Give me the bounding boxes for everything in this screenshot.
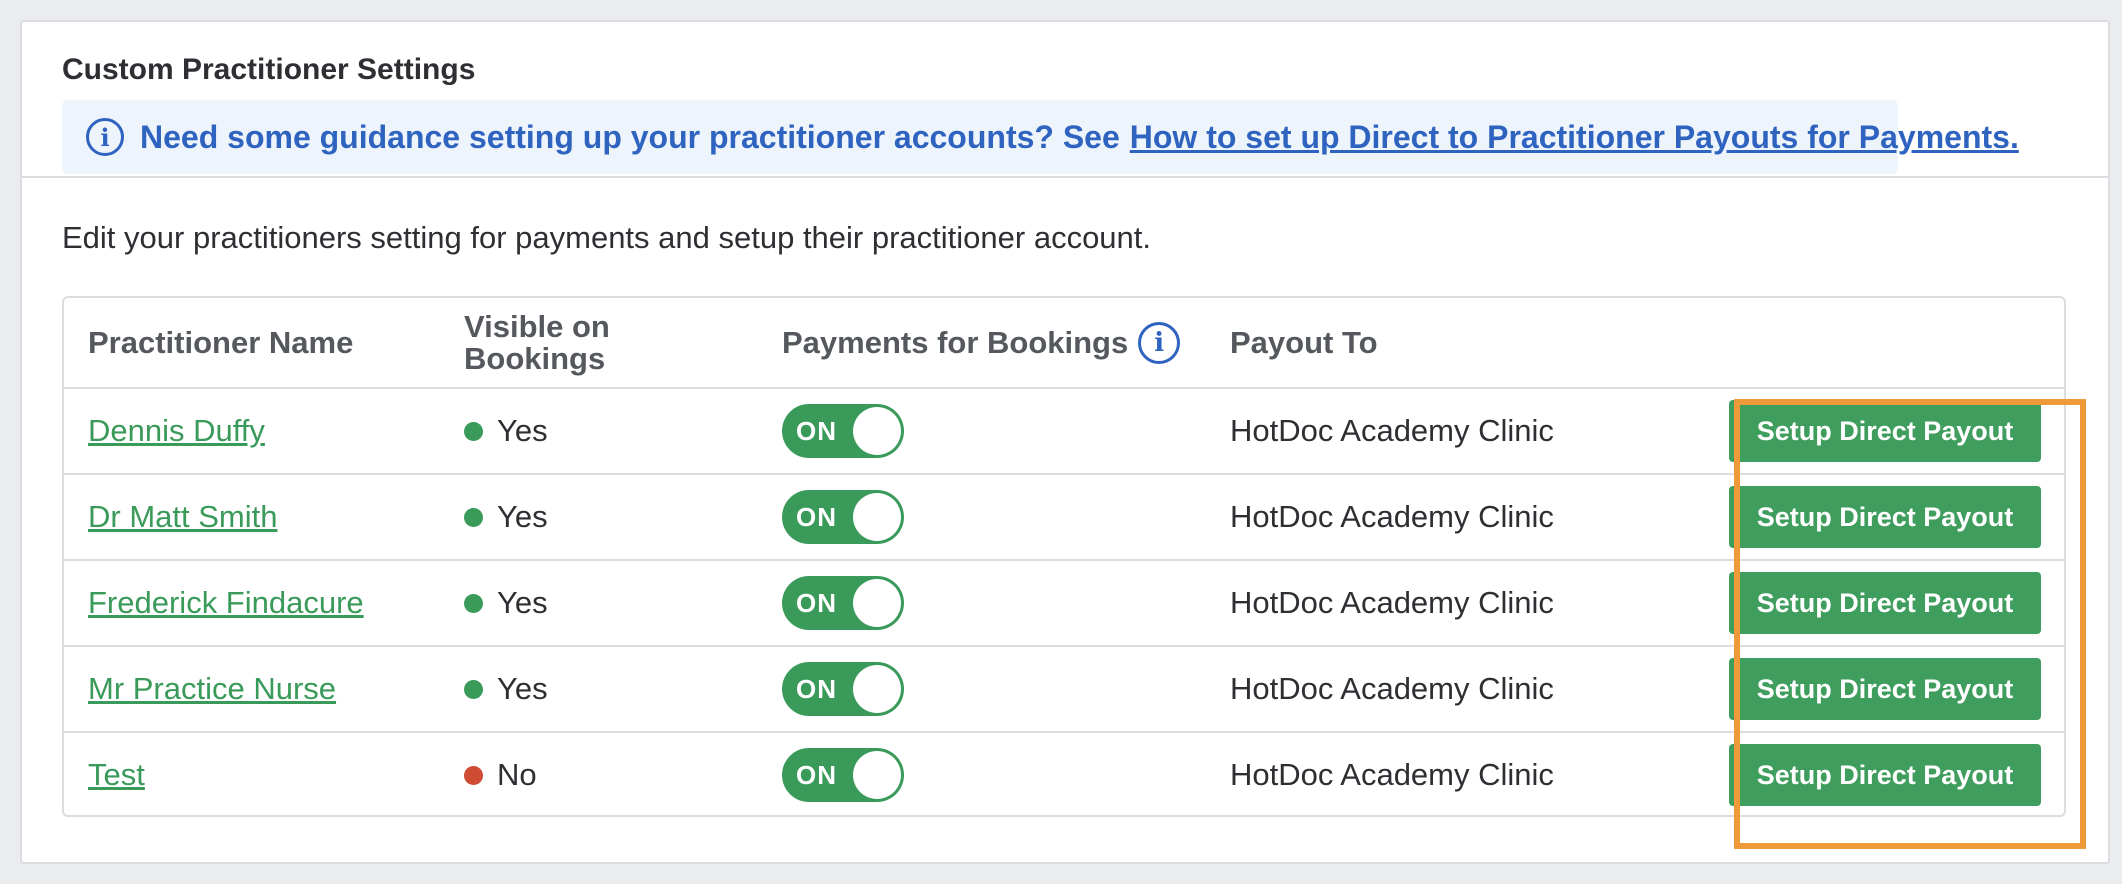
- payouts-guide-link[interactable]: How to set up Direct to Practitioner Pay…: [1130, 119, 2019, 156]
- table-header-row: Practitioner Name Visible on Bookings Pa…: [64, 298, 2064, 387]
- toggle-label: ON: [796, 502, 837, 532]
- table-row: Mr Practice Nurse Yes ON HotDoc Academy …: [64, 645, 2064, 731]
- payments-toggle[interactable]: ON: [782, 404, 904, 458]
- header-payments-for-bookings: Payments for Bookings: [782, 324, 1129, 360]
- toggle-label: ON: [796, 760, 837, 790]
- info-icon: i: [86, 118, 124, 156]
- header-payout-to: Payout To: [1230, 324, 1378, 360]
- toggle-label: ON: [796, 674, 837, 704]
- visibility-status-dot: [464, 421, 483, 441]
- visibility-status-dot: [464, 593, 483, 613]
- toggle-label: ON: [796, 588, 837, 618]
- header-practitioner-name: Practitioner Name: [88, 324, 354, 360]
- payout-to-text: HotDoc Academy Clinic: [1230, 499, 1554, 534]
- toggle-knob: [853, 493, 901, 541]
- practitioner-name-link[interactable]: Mr Practice Nurse: [88, 671, 336, 707]
- practitioners-table: Practitioner Name Visible on Bookings Pa…: [62, 296, 2066, 817]
- payments-toggle[interactable]: ON: [782, 490, 904, 544]
- payments-toggle[interactable]: ON: [782, 748, 904, 802]
- description-text: Edit your practitioners setting for paym…: [62, 220, 1152, 255]
- table-row: Dr Matt Smith Yes ON HotDoc Academy Clin…: [64, 473, 2064, 559]
- card-header: Custom Practitioner Settings i Need some…: [22, 22, 2108, 178]
- payout-to-text: HotDoc Academy Clinic: [1230, 585, 1554, 620]
- custom-practitioner-settings-card: Custom Practitioner Settings i Need some…: [20, 20, 2110, 864]
- toggle-knob: [853, 407, 901, 455]
- visibility-status-dot: [464, 507, 483, 527]
- visibility-status-text: Yes: [497, 585, 548, 620]
- practitioner-name-link[interactable]: Dr Matt Smith: [88, 499, 277, 535]
- toggle-knob: [853, 665, 901, 713]
- banner-text: Need some guidance setting up your pract…: [140, 118, 1120, 155]
- setup-direct-payout-button[interactable]: Setup Direct Payout: [1729, 744, 2041, 806]
- practitioner-name-link[interactable]: Test: [88, 757, 145, 793]
- visibility-status-dot: [464, 765, 483, 785]
- practitioner-name-link[interactable]: Frederick Findacure: [88, 585, 364, 621]
- payout-to-text: HotDoc Academy Clinic: [1230, 757, 1554, 792]
- table-row: Test No ON HotDoc Academy Clinic Setup D…: [64, 731, 2064, 817]
- visibility-status-text: No: [497, 757, 537, 792]
- payout-to-text: HotDoc Academy Clinic: [1230, 671, 1554, 706]
- header-visible-on-bookings: Visible on Bookings: [464, 308, 610, 376]
- toggle-knob: [853, 579, 901, 627]
- guidance-banner: i Need some guidance setting up your pra…: [62, 100, 2019, 174]
- payments-info-icon[interactable]: i: [1138, 321, 1181, 364]
- practitioner-name-link[interactable]: Dennis Duffy: [88, 413, 265, 449]
- payments-toggle[interactable]: ON: [782, 662, 904, 716]
- table-row: Frederick Findacure Yes ON HotDoc Academ…: [64, 559, 2064, 645]
- visibility-status-text: Yes: [497, 499, 548, 534]
- visibility-status-text: Yes: [497, 671, 548, 706]
- toggle-label: ON: [796, 416, 837, 446]
- card-title: Custom Practitioner Settings: [62, 53, 476, 86]
- setup-direct-payout-button[interactable]: Setup Direct Payout: [1729, 486, 2041, 548]
- setup-direct-payout-button[interactable]: Setup Direct Payout: [1729, 658, 2041, 720]
- toggle-knob: [853, 751, 901, 799]
- visibility-status-dot: [464, 679, 483, 699]
- payments-toggle[interactable]: ON: [782, 576, 904, 630]
- payout-to-text: HotDoc Academy Clinic: [1230, 413, 1554, 448]
- card-body: Edit your practitioners setting for paym…: [22, 178, 2108, 817]
- table-row: Dennis Duffy Yes ON HotDoc Academy Clini…: [64, 387, 2064, 473]
- setup-direct-payout-button[interactable]: Setup Direct Payout: [1729, 400, 2041, 462]
- visibility-status-text: Yes: [497, 413, 548, 448]
- setup-direct-payout-button[interactable]: Setup Direct Payout: [1729, 572, 2041, 634]
